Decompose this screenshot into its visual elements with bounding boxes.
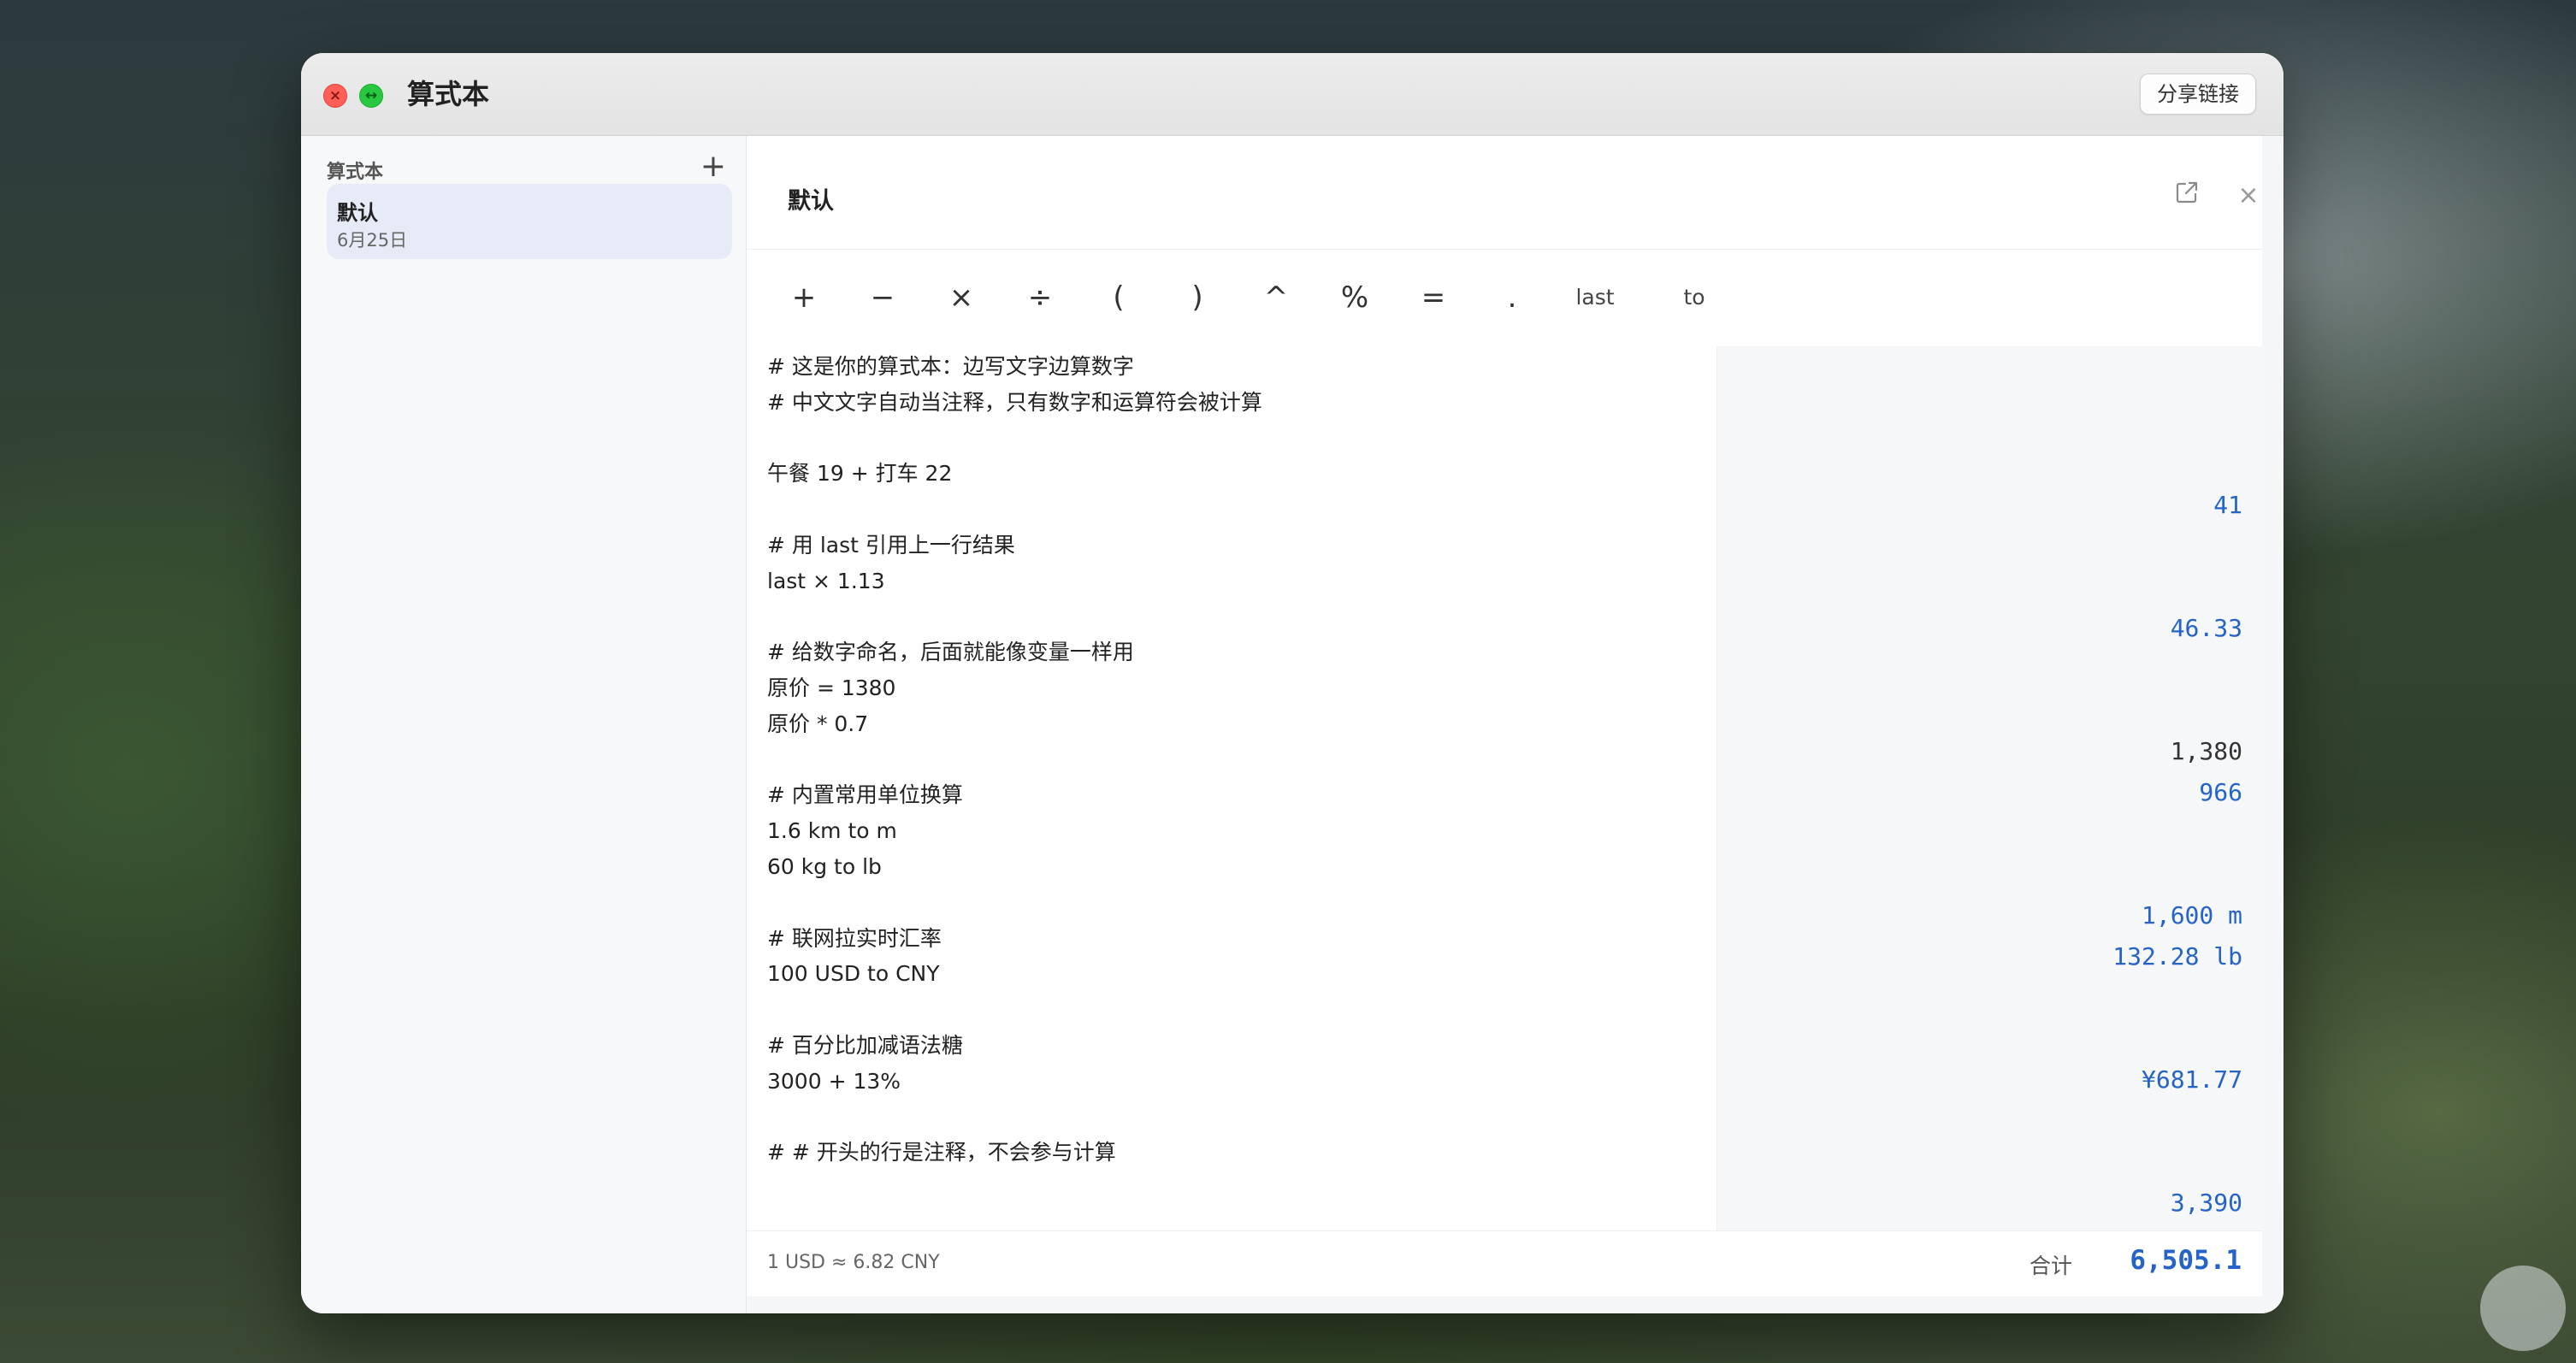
editor-line: # 给数字命名，后面就能像变量一样用	[767, 640, 1134, 664]
result-value[interactable]: 132.28 lb	[2112, 940, 2242, 974]
editor-line: # # 开头的行是注释，不会参与计算	[767, 1140, 1116, 1165]
editor-line: # 联网拉实时汇率	[767, 926, 942, 951]
sidebar-item-default[interactable]: 默认 6月25日	[327, 184, 732, 259]
key-divide[interactable]: ÷	[1019, 249, 1061, 346]
exchange-rate-label: 1 USD ≈ 6.82 CNY	[767, 1252, 940, 1273]
editor-line: # 这是你的算式本：边写文字边算数字	[767, 354, 1134, 379]
result-value[interactable]: 966	[2199, 776, 2242, 810]
zoom-glyph-icon: ↔	[364, 87, 378, 104]
total-value[interactable]: 6,505.1	[2081, 1245, 2242, 1276]
sidebar-title: 算式本	[327, 162, 384, 183]
results-column: 41 46.33 1,380 966 1,600 m 132.28 lb ¥68…	[1716, 346, 2263, 1230]
plus-icon: +	[700, 149, 727, 184]
editor-line: last × 1.13	[767, 569, 885, 593]
key-decimal[interactable]: .	[1491, 249, 1533, 346]
key-to[interactable]: to	[1669, 249, 1720, 346]
editor-line: 60 kg to lb	[767, 854, 882, 879]
key-plus[interactable]: +	[783, 249, 825, 346]
status-footer: 1 USD ≈ 6.82 CNY 合计 6,505.1	[747, 1230, 2262, 1296]
editor-line: 1.6 km to m	[767, 818, 897, 843]
result-value[interactable]: ¥681.77	[2142, 1063, 2242, 1097]
operator-toolbar: + − × ÷ ( ) ^ % = . last to	[747, 249, 2262, 346]
key-equals[interactable]: =	[1412, 249, 1455, 346]
key-percent[interactable]: %	[1333, 249, 1376, 346]
main-area: 默认 × + − × ÷ ( ) ^ % = . last to # 这是你的算…	[747, 136, 2284, 1313]
title-bar: × ↔ 算式本 分享链接	[301, 53, 2284, 136]
window-title: 算式本	[407, 78, 490, 110]
key-power[interactable]: ^	[1255, 249, 1297, 346]
expression-editor[interactable]: # 这是你的算式本：边写文字边算数字 # 中文文字自动当注释，只有数字和运算符会…	[747, 346, 1716, 1230]
editor-line: # 用 last 引用上一行结果	[767, 533, 1015, 558]
result-value[interactable]: 3,390	[2171, 1186, 2242, 1220]
editor-line: # 百分比加减语法糖	[767, 1033, 963, 1058]
note-title: 默认	[788, 188, 834, 215]
total-label: 合计	[2029, 1254, 2073, 1278]
share-link-button[interactable]: 分享链接	[2140, 74, 2256, 115]
window-close-button[interactable]: ×	[323, 84, 347, 108]
app-window: × ↔ 算式本 分享链接 算式本 + 默认 6月25日 默认 × + − × ÷…	[301, 53, 2284, 1313]
editor-line: # 中文文字自动当注释，只有数字和运算符会被计算	[767, 390, 1262, 415]
close-glyph-icon: ×	[328, 87, 342, 104]
sidebar-item-name: 默认	[337, 201, 378, 225]
editor-line: 原价 * 0.7	[767, 711, 869, 736]
window-zoom-button[interactable]: ↔	[359, 84, 383, 108]
key-minus[interactable]: −	[861, 249, 904, 346]
key-close-paren[interactable]: )	[1176, 249, 1219, 346]
close-note-icon[interactable]: ×	[2231, 179, 2266, 213]
result-value[interactable]: 1,600 m	[2142, 899, 2242, 933]
result-value[interactable]: 46.33	[2171, 611, 2242, 646]
background-bubble	[2480, 1266, 2566, 1351]
sidebar-item-date: 6月25日	[337, 230, 408, 251]
note-panel: 默认 × + − × ÷ ( ) ^ % = . last to # 这是你的算…	[747, 136, 2263, 1296]
editor-line: # 内置常用单位换算	[767, 782, 963, 807]
sidebar: 算式本 + 默认 6月25日	[301, 136, 747, 1313]
editor-line: 原价 = 1380	[767, 676, 896, 700]
add-notebook-button[interactable]: +	[694, 148, 732, 186]
key-multiply[interactable]: ×	[940, 249, 983, 346]
editor-line: 100 USD to CNY	[767, 961, 940, 986]
result-value[interactable]: 41	[2213, 488, 2242, 522]
result-value[interactable]: 1,380	[2171, 735, 2242, 769]
editor-line: 午餐 19 + 打车 22	[767, 461, 953, 486]
key-open-paren[interactable]: (	[1097, 249, 1140, 346]
external-link-icon[interactable]	[2170, 179, 2204, 213]
editor-line: 3000 + 13%	[767, 1069, 901, 1094]
key-last[interactable]: last	[1561, 249, 1629, 346]
